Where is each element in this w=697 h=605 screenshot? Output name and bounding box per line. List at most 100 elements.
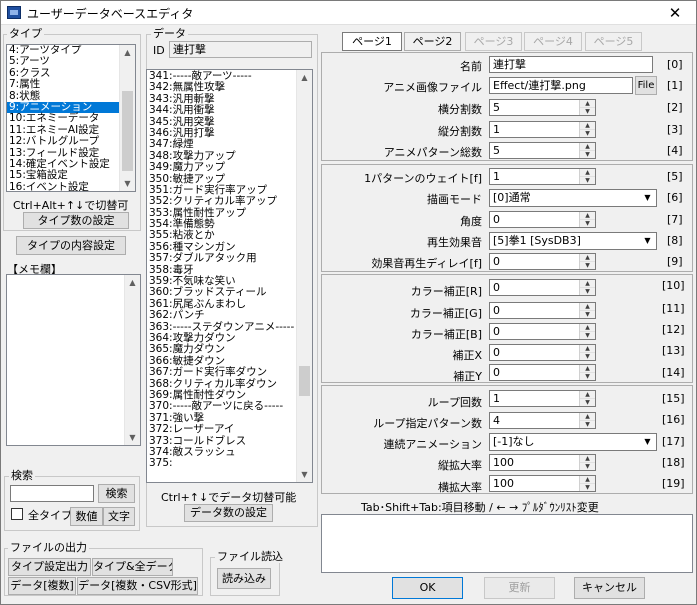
data-list-item[interactable]: 375: bbox=[147, 457, 312, 469]
data-multi-output-button[interactable]: データ[複数] bbox=[8, 577, 76, 595]
angle-input[interactable]: 0 ▲ ▼ bbox=[489, 211, 596, 228]
v-scale-spinner[interactable]: ▲ ▼ bbox=[579, 455, 595, 470]
scroll-down-icon[interactable]: ▼ bbox=[125, 430, 140, 445]
scroll-up-icon[interactable]: ▲ bbox=[120, 45, 135, 60]
main-window: ユーザーデータベースエディタ ✕ タイプ 4:アーツタイプ 5:アーツ 6:クラス 7… bbox=[0, 0, 697, 605]
loop-pattern-spinner[interactable]: ▲ ▼ bbox=[579, 413, 595, 428]
search-input[interactable] bbox=[10, 485, 94, 502]
type-settings-output-button[interactable]: タイプ設定出力 bbox=[8, 558, 91, 576]
data-csv-output-button[interactable]: データ[複数・CSV形式] bbox=[77, 577, 198, 595]
data-list[interactable]: 341:-----敵アーツ----- 342:無属性攻撃 343:汎用斬撃 344:汎… bbox=[146, 69, 313, 483]
chevron-down-icon[interactable]: ▼ bbox=[639, 233, 656, 249]
memo-textarea[interactable]: ▲ ▼ bbox=[6, 274, 141, 446]
v-scale-label: 縦拡大率 bbox=[438, 459, 482, 472]
type-list-item[interactable]: 15:宝箱設定 bbox=[7, 169, 135, 181]
scroll-up-icon[interactable]: ▲ bbox=[125, 275, 140, 290]
color-g-index: [11] bbox=[662, 302, 685, 315]
close-icon[interactable]: ✕ bbox=[660, 3, 690, 23]
loop-pattern-label: ループ指定パターン数 bbox=[373, 417, 482, 430]
draw-mode-select[interactable]: [0]通常 ▼ bbox=[489, 189, 657, 207]
text-search-button[interactable]: 文字 bbox=[103, 507, 135, 526]
data-list-item[interactable]: 370:-----敵アーツに戻る----- bbox=[147, 400, 312, 412]
data-list-item[interactable]: 372:レーザーアイ bbox=[147, 423, 312, 435]
v-scale-index: [18] bbox=[662, 456, 685, 469]
type-list-item[interactable]: 16:イベント設定 bbox=[7, 181, 135, 191]
wait-spinner[interactable]: ▲ ▼ bbox=[579, 169, 595, 184]
loop-count-spinner[interactable]: ▲ ▼ bbox=[579, 391, 595, 406]
type-list[interactable]: 4:アーツタイプ 5:アーツ 6:クラス 7:属性 8:状態 9:アニメーション 10:エネ… bbox=[6, 44, 136, 192]
v-div-input[interactable]: 1 ▲ ▼ bbox=[489, 121, 596, 138]
pattern-total-spinner[interactable]: ▲ ▼ bbox=[579, 143, 595, 158]
type-all-data-output-button[interactable]: タイプ&全データ bbox=[92, 558, 173, 576]
cancel-button[interactable]: キャンセル bbox=[574, 577, 645, 599]
data-list-item[interactable]: 352:クリティカル率アップ bbox=[147, 195, 312, 207]
offset-y-spinner[interactable]: ▲ ▼ bbox=[579, 365, 595, 380]
data-list-item[interactable]: 367:ガード実行率ダウン bbox=[147, 366, 312, 378]
h-div-index: [2] bbox=[667, 101, 683, 114]
tab-page2[interactable]: ページ2 bbox=[404, 32, 461, 51]
memo-scrollbar[interactable]: ▲ ▼ bbox=[124, 275, 140, 445]
anim-file-input[interactable]: Effect/連打撃.png bbox=[489, 77, 633, 94]
color-b-input[interactable]: 0 ▲ ▼ bbox=[489, 323, 596, 340]
wait-index: [5] bbox=[667, 170, 683, 183]
scroll-up-icon[interactable]: ▲ bbox=[297, 70, 312, 85]
chevron-down-icon[interactable]: ▼ bbox=[639, 434, 656, 450]
data-count-button[interactable]: データ数の設定 bbox=[184, 504, 273, 522]
offset-y-index: [14] bbox=[662, 366, 685, 379]
color-g-input[interactable]: 0 ▲ ▼ bbox=[489, 302, 596, 319]
wait-input[interactable]: 1 ▲ ▼ bbox=[489, 168, 596, 185]
file-browse-button[interactable]: File bbox=[635, 76, 657, 95]
sound-delay-input[interactable]: 0 ▲ ▼ bbox=[489, 253, 596, 270]
color-b-spinner[interactable]: ▲ ▼ bbox=[579, 324, 595, 339]
type-list-item[interactable]: 7:属性 bbox=[7, 78, 135, 90]
ok-button[interactable]: OK bbox=[392, 577, 463, 599]
chain-anim-select[interactable]: [-1]なし ▼ bbox=[489, 433, 657, 451]
scroll-down-icon[interactable]: ▼ bbox=[120, 176, 135, 191]
angle-spinner[interactable]: ▲ ▼ bbox=[579, 212, 595, 227]
scroll-down-icon[interactable]: ▼ bbox=[297, 467, 312, 482]
v-scale-input[interactable]: 100 ▲ ▼ bbox=[489, 454, 596, 471]
offset-x-input[interactable]: 0 ▲ ▼ bbox=[489, 344, 596, 361]
chain-anim-index: [17] bbox=[662, 435, 685, 448]
sound-select[interactable]: [5]拳1 [SysDB3] ▼ bbox=[489, 232, 657, 250]
sound-delay-spinner[interactable]: ▲ ▼ bbox=[579, 254, 595, 269]
type-switch-hint: Ctrl+Alt+↑↓で切替可 bbox=[13, 199, 129, 212]
color-r-input[interactable]: 0 ▲ ▼ bbox=[489, 279, 596, 296]
scroll-thumb[interactable] bbox=[122, 91, 133, 171]
chevron-down-icon[interactable]: ▼ bbox=[639, 190, 656, 206]
offset-y-input[interactable]: 0 ▲ ▼ bbox=[489, 364, 596, 381]
name-input[interactable]: 連打撃 bbox=[489, 56, 653, 73]
tab-page1[interactable]: ページ1 bbox=[342, 32, 402, 51]
loop-pattern-input[interactable]: 4 ▲ ▼ bbox=[489, 412, 596, 429]
h-div-input[interactable]: 5 ▲ ▼ bbox=[489, 99, 596, 116]
pattern-total-input[interactable]: 5 ▲ ▼ bbox=[489, 142, 596, 159]
h-scale-spinner[interactable]: ▲ ▼ bbox=[579, 476, 595, 491]
data-list-item[interactable]: 357:ダブルアタック用 bbox=[147, 252, 312, 264]
h-scale-input[interactable]: 100 ▲ ▼ bbox=[489, 475, 596, 492]
h-div-spinner[interactable]: ▲ ▼ bbox=[579, 100, 595, 115]
h-scale-label: 横拡大率 bbox=[438, 481, 482, 494]
all-types-checkbox[interactable] bbox=[11, 508, 23, 520]
file-read-button[interactable]: 読み込み bbox=[217, 568, 271, 589]
title-bar: ユーザーデータベースエディタ ✕ bbox=[1, 1, 696, 25]
loop-count-input[interactable]: 1 ▲ ▼ bbox=[489, 390, 596, 407]
offset-x-spinner[interactable]: ▲ ▼ bbox=[579, 345, 595, 360]
v-div-spinner[interactable]: ▲ ▼ bbox=[579, 122, 595, 137]
color-r-spinner[interactable]: ▲ ▼ bbox=[579, 280, 595, 295]
scroll-thumb[interactable] bbox=[299, 366, 310, 396]
window-title: ユーザーデータベースエディタ bbox=[27, 7, 194, 21]
color-g-spinner[interactable]: ▲ ▼ bbox=[579, 303, 595, 318]
type-content-button[interactable]: タイプの内容設定 bbox=[16, 236, 126, 255]
data-list-item[interactable]: 349:魔力アップ bbox=[147, 161, 312, 173]
data-list-item[interactable]: 362:パンチ bbox=[147, 309, 312, 321]
sound-delay-label: 効果音再生ディレイ[f] bbox=[371, 257, 482, 270]
numeric-search-button[interactable]: 数値 bbox=[70, 507, 103, 526]
type-count-button[interactable]: タイプ数の設定 bbox=[23, 212, 129, 229]
data-list-scrollbar[interactable]: ▲ ▼ bbox=[296, 70, 312, 482]
search-button[interactable]: 検索 bbox=[98, 484, 135, 503]
type-list-scrollbar[interactable]: ▲ ▼ bbox=[119, 45, 135, 191]
type-group-title: タイプ bbox=[7, 27, 44, 40]
type-list-item[interactable]: 12:バトルグループ bbox=[7, 135, 135, 147]
data-list-item[interactable]: 344:汎用衝撃 bbox=[147, 104, 312, 116]
chain-anim-label: 連続アニメーション bbox=[383, 438, 482, 451]
